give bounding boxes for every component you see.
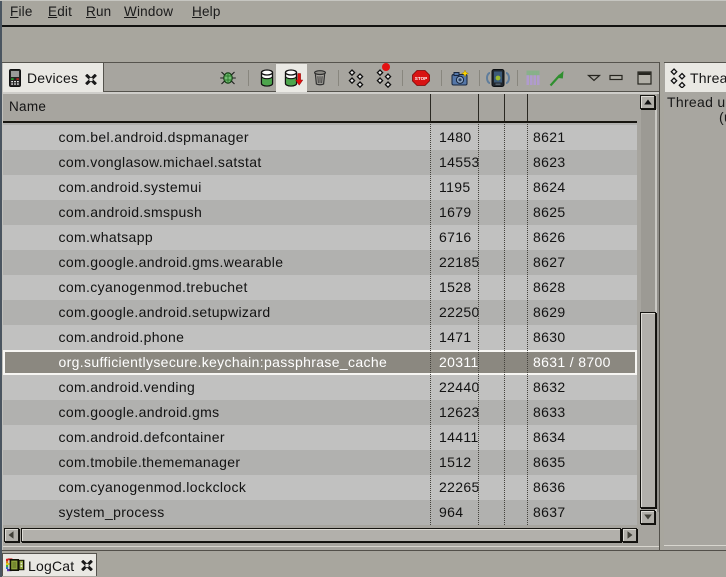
svg-text:STOP: STOP (415, 76, 427, 81)
